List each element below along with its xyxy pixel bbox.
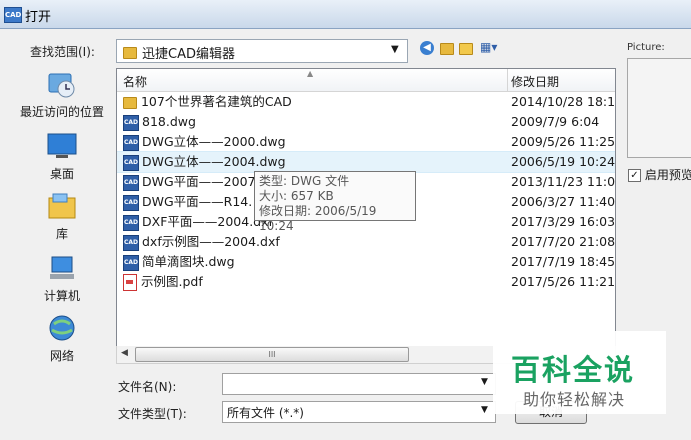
watermark: 百科全说 助你轻松解决 — [493, 331, 666, 414]
file-name: 简单滴图块.dwg — [142, 254, 235, 269]
scroll-left-icon[interactable]: ◀ — [121, 348, 128, 358]
file-date: 2017/3/29 16:03 — [511, 214, 616, 229]
column-header: 名称 ▲ 修改日期 — [117, 69, 615, 92]
sidebar-item-label: 桌面 — [49, 167, 74, 181]
dwg-file-icon: CAD — [123, 114, 139, 131]
folder-icon — [123, 45, 137, 59]
computer-icon — [46, 254, 78, 284]
lookin-dropdown[interactable]: 迅捷CAD编辑器 ▼ — [116, 39, 408, 63]
dwg-file-icon: CAD — [123, 234, 139, 251]
filetype-label: 文件类型(T): — [118, 407, 187, 421]
chevron-down-icon[interactable]: ▼ — [481, 377, 488, 387]
lookin-value: 迅捷CAD编辑器 — [142, 47, 235, 62]
cad-app-icon: CAD — [4, 7, 22, 23]
tooltip-size: 大小: 657 KB — [259, 189, 334, 203]
dwg-file-icon: CAD — [123, 174, 139, 191]
column-divider — [507, 69, 508, 91]
column-modified[interactable]: 修改日期 — [511, 73, 559, 90]
sidebar-item-libraries[interactable]: 库 — [6, 192, 118, 242]
file-date: 2013/11/23 11:09 — [511, 174, 616, 189]
sidebar-item-desktop[interactable]: 桌面 — [6, 132, 118, 182]
new-folder-icon[interactable] — [459, 41, 473, 55]
chevron-down-icon[interactable]: ▼ — [391, 44, 399, 55]
sidebar-item-computer[interactable]: 计算机 — [6, 254, 118, 304]
network-icon — [46, 314, 78, 344]
dwg-file-icon: CAD — [123, 214, 139, 231]
picture-label: Picture: — [627, 42, 665, 53]
file-date: 2014/10/28 18:15 — [511, 94, 616, 109]
list-item[interactable]: CAD dxf示例图——2004.dxf 2017/7/20 21:08 — [117, 232, 615, 252]
tooltip-modified: 修改日期: 2006/5/19 10:24 — [259, 204, 377, 233]
sort-arrow-icon: ▲ — [307, 69, 314, 78]
checkbox-checked-icon[interactable]: ✓ — [628, 169, 641, 182]
file-name: dxf示例图——2004.dxf — [142, 234, 280, 249]
file-date: 2017/5/26 11:21 — [511, 274, 616, 289]
file-name: 107个世界著名建筑的CAD — [140, 94, 292, 109]
scroll-thumb[interactable]: III — [135, 347, 409, 362]
up-folder-icon[interactable] — [440, 41, 454, 55]
sidebar-item-label: 最近访问的位置 — [19, 105, 104, 119]
file-tooltip: 类型: DWG 文件 大小: 657 KB 修改日期: 2006/5/19 10… — [254, 171, 416, 233]
folder-icon — [123, 96, 137, 109]
dwg-file-icon: CAD — [123, 134, 139, 151]
list-item[interactable]: CAD DWG立体——2004.dwg 2006/5/19 10:24 — [117, 151, 615, 173]
file-name: DWG立体——2004.dwg — [142, 154, 286, 169]
preview-checkbox-label: 启用预览 — [644, 168, 691, 182]
pdf-file-icon — [123, 274, 137, 291]
list-item[interactable]: CAD 简单滴图块.dwg 2017/7/19 18:45 — [117, 252, 615, 272]
file-date: 2009/7/9 6:04 — [511, 114, 600, 129]
view-menu-icon[interactable]: ▦▾ — [480, 40, 502, 56]
filetype-select[interactable]: 所有文件 (*.*) ▼ — [222, 401, 496, 423]
title-bar: CAD 打开 — [0, 0, 691, 29]
file-name: DWG平面——R14. — [142, 194, 253, 209]
file-name: 示例图.pdf — [141, 274, 203, 289]
file-name: 818.dwg — [142, 114, 196, 129]
picture-preview — [627, 58, 691, 158]
watermark-title: 百科全说 — [511, 353, 636, 387]
file-name: DWG平面——2007 — [142, 174, 256, 189]
list-item[interactable]: CAD 818.dwg 2009/7/9 6:04 — [117, 112, 615, 132]
chevron-down-icon[interactable]: ▼ — [481, 405, 488, 415]
desktop-icon — [46, 132, 78, 162]
dwg-file-icon: CAD — [123, 194, 139, 211]
dwg-file-icon: CAD — [123, 254, 139, 271]
column-name[interactable]: 名称 — [123, 73, 147, 90]
preview-checkbox[interactable]: ✓ 启用预览 — [628, 166, 691, 183]
filename-label: 文件名(N): — [118, 380, 177, 394]
file-date: 2006/5/19 10:24 — [511, 154, 616, 169]
back-icon[interactable]: ◀ — [420, 41, 434, 55]
file-date: 2009/5/26 11:25 — [511, 134, 616, 149]
sidebar-item-recent[interactable]: 最近访问的位置 — [6, 70, 118, 120]
file-date: 2017/7/20 21:08 — [511, 234, 616, 249]
watermark-subtitle: 助你轻松解决 — [523, 390, 626, 409]
sidebar-item-label: 库 — [55, 227, 68, 241]
list-item[interactable]: 示例图.pdf 2017/5/26 11:21 — [117, 272, 615, 292]
lookin-label: 查找范围(I): — [30, 45, 95, 59]
dwg-file-icon: CAD — [123, 154, 139, 171]
filetype-value: 所有文件 (*.*) — [227, 406, 304, 420]
sidebar-item-label: 网络 — [49, 349, 74, 363]
file-date: 2006/3/27 11:40 — [511, 194, 616, 209]
tooltip-type: 类型: DWG 文件 — [259, 174, 350, 188]
file-name: DWG立体——2000.dwg — [142, 134, 286, 149]
list-item[interactable]: 107个世界著名建筑的CAD 2014/10/28 18:15 — [117, 92, 615, 112]
list-item[interactable]: CAD DWG立体——2000.dwg 2009/5/26 11:25 — [117, 132, 615, 152]
sidebar-item-network[interactable]: 网络 — [6, 314, 118, 364]
filename-input[interactable]: ▼ — [222, 373, 496, 395]
library-icon — [46, 192, 78, 222]
sidebar-item-label: 计算机 — [43, 289, 80, 303]
recent-places-icon — [46, 70, 78, 100]
window-title: 打开 — [25, 10, 52, 25]
file-date: 2017/7/19 18:45 — [511, 254, 616, 269]
